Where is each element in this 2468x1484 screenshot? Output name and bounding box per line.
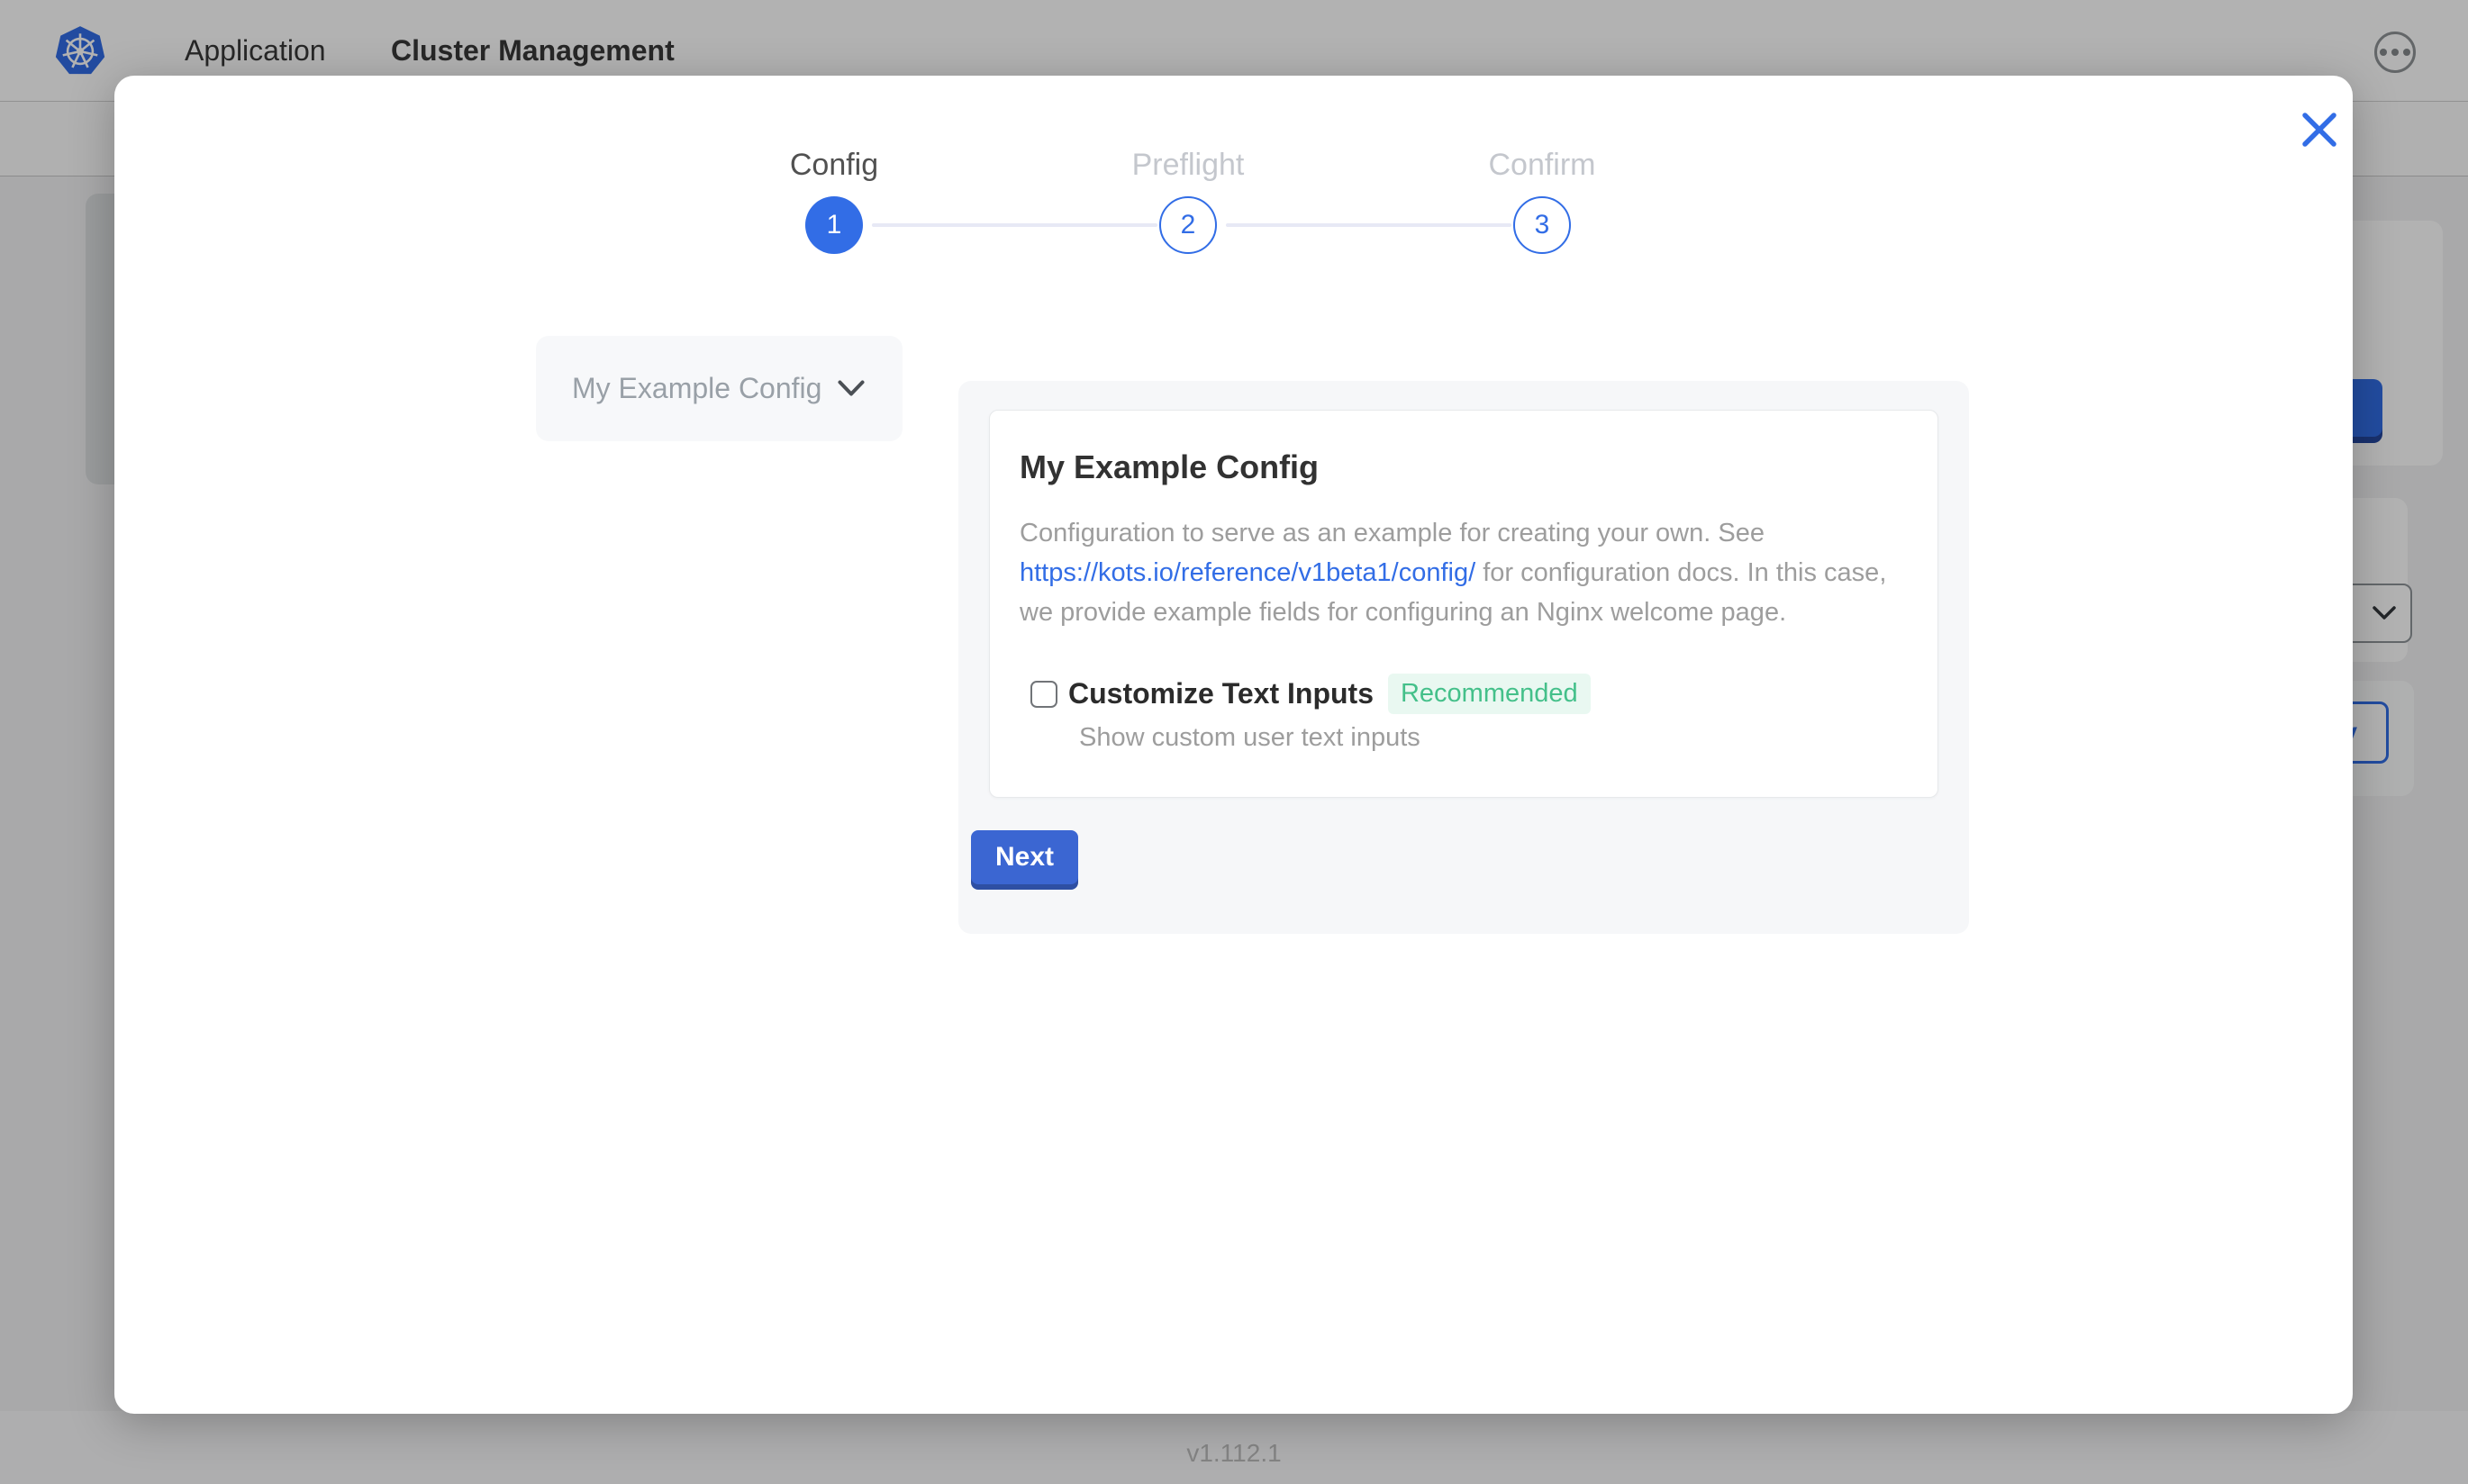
customize-text-inputs-help: Show custom user text inputs xyxy=(1079,723,1909,753)
step-connector xyxy=(872,223,1157,227)
description-text: Configuration to serve as an example for… xyxy=(1020,519,1765,547)
step-circle-3: 3 xyxy=(1513,196,1571,254)
recommended-badge: Recommended xyxy=(1388,674,1591,714)
config-group-card: My Example Config Configuration to serve… xyxy=(989,410,1938,798)
config-group-description: Configuration to serve as an example for… xyxy=(1020,513,1913,632)
config-group-selector[interactable]: My Example Config xyxy=(536,336,903,441)
config-wizard-modal: Config Preflight Confirm 1 2 3 My Exampl… xyxy=(114,76,2353,1414)
close-icon[interactable] xyxy=(2298,108,2341,151)
customize-text-inputs-row: Customize Text Inputs Recommended xyxy=(1030,674,1909,714)
config-panel: My Example Config Configuration to serve… xyxy=(958,381,1969,934)
step-circle-1: 1 xyxy=(805,196,863,254)
config-docs-link[interactable]: https://kots.io/reference/v1beta1/config… xyxy=(1020,558,1475,587)
chevron-down-icon xyxy=(838,380,865,397)
customize-text-inputs-label[interactable]: Customize Text Inputs xyxy=(1068,677,1374,710)
next-button[interactable]: Next xyxy=(971,830,1078,884)
step-connector xyxy=(1226,223,1511,227)
config-group-title: My Example Config xyxy=(1020,448,1909,486)
step-label-confirm: Confirm xyxy=(1407,148,1677,183)
config-group-selector-label: My Example Config xyxy=(572,372,821,405)
step-label-config: Config xyxy=(699,148,969,183)
step-label-preflight: Preflight xyxy=(1053,148,1323,183)
step-circle-2: 2 xyxy=(1159,196,1217,254)
customize-text-inputs-checkbox[interactable] xyxy=(1030,681,1057,708)
